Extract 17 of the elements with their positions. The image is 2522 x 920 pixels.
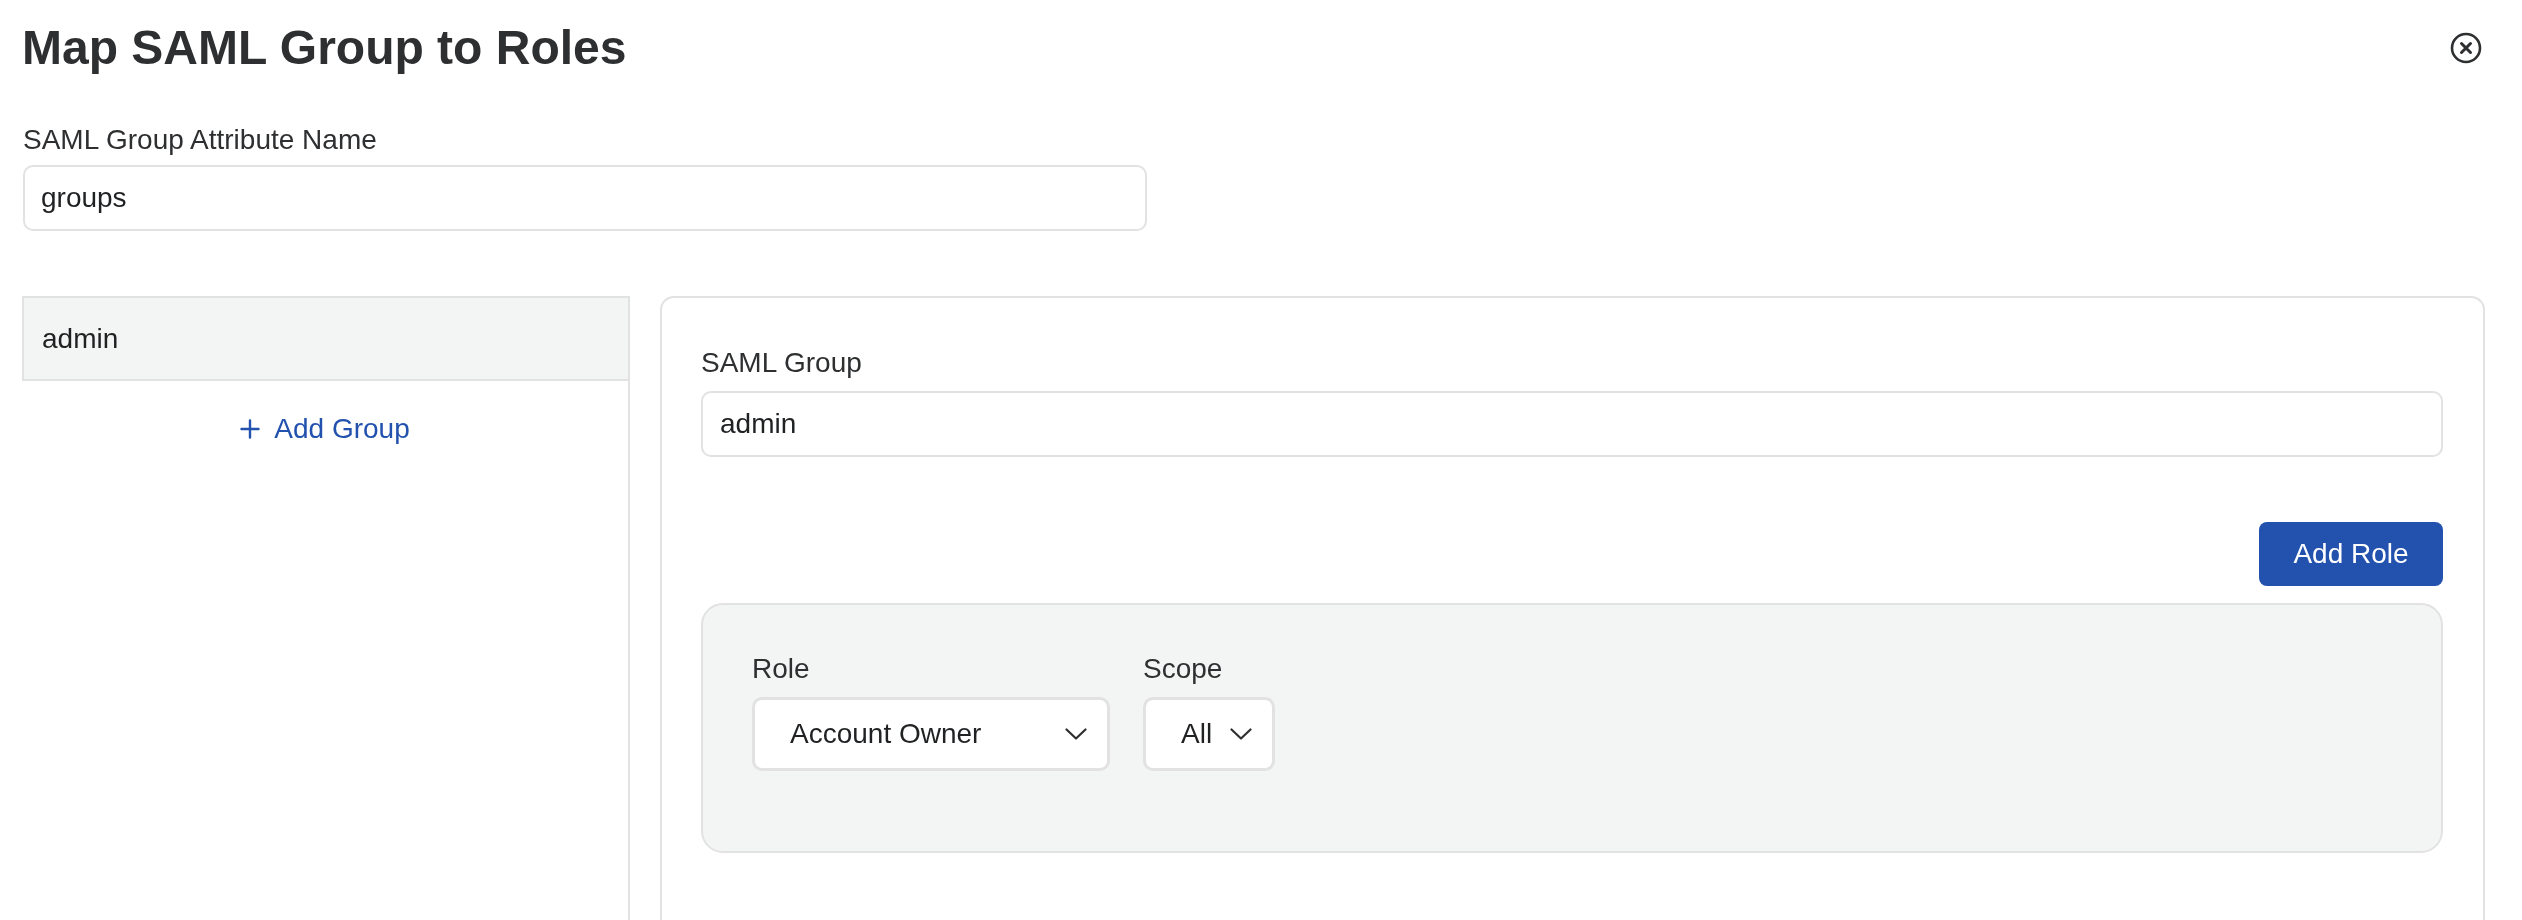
add-role-button[interactable]: Add Role (2259, 522, 2443, 586)
field-label: SAML Group (701, 349, 862, 377)
close-button[interactable] (2450, 32, 2482, 64)
close-icon (2450, 32, 2482, 64)
field-label: Scope (1143, 655, 1223, 683)
field-label: SAML Group Attribute Name (23, 126, 377, 154)
field-label: Role (752, 655, 810, 683)
group-name-input[interactable]: admin (701, 391, 2443, 457)
add-group-link[interactable]: Add Group (240, 415, 410, 443)
attribute-name-input[interactable]: groups (23, 165, 1147, 231)
dropdown-select[interactable]: All (1143, 697, 1276, 771)
dialog-title: Map SAML Group to Roles (22, 24, 627, 72)
chevron-down-icon (1230, 728, 1253, 740)
group-list-item[interactable]: admin (22, 296, 628, 381)
plus-icon (240, 419, 261, 439)
chevron-down-icon (1065, 728, 1087, 740)
dropdown-select[interactable]: Account Owner (752, 697, 1110, 771)
